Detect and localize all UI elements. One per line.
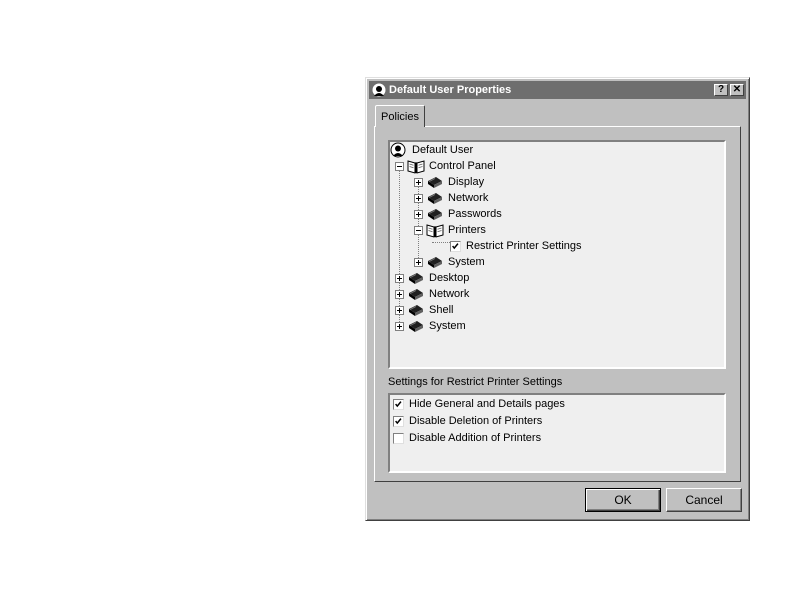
default-user-properties-dialog: Default User Properties ? ✕ Policies Def… [365, 77, 750, 521]
settings-group-label: Settings for Restrict Printer Settings [388, 376, 562, 388]
tree-item-system[interactable]: System [414, 254, 485, 270]
user-icon [372, 83, 386, 97]
book-icon [407, 286, 425, 302]
tree-item-printers[interactable]: Printers [414, 222, 486, 238]
expand-icon[interactable] [395, 321, 404, 331]
setting-checkbox[interactable] [393, 415, 404, 427]
tree-item-network[interactable]: Network [414, 190, 488, 206]
check-icon [451, 242, 460, 251]
close-icon: ✕ [732, 84, 742, 95]
setting-disable-deletion[interactable]: Disable Deletion of Printers [393, 413, 542, 429]
tree-label: Network [448, 192, 489, 204]
open-book-icon [426, 222, 444, 238]
ok-label: OK [614, 493, 632, 507]
check-icon [394, 417, 403, 426]
policy-checkbox[interactable] [450, 240, 461, 252]
tree-item-desktop[interactable]: Desktop [395, 270, 469, 286]
cancel-label: Cancel [685, 493, 723, 507]
book-icon [407, 270, 425, 286]
collapse-icon[interactable] [395, 161, 404, 171]
tree-root[interactable]: Default User [390, 142, 473, 158]
ok-button[interactable]: OK [585, 488, 661, 512]
tree-item-restrict-printer-settings[interactable]: Restrict Printer Settings [450, 238, 582, 254]
expand-icon[interactable] [414, 177, 423, 187]
setting-checkbox[interactable] [393, 432, 404, 444]
tree-item-passwords[interactable]: Passwords [414, 206, 502, 222]
expand-icon[interactable] [414, 209, 423, 219]
settings-list: Hide General and Details pages Disable D… [388, 393, 726, 473]
tree-item-shell[interactable]: Shell [395, 302, 453, 318]
tree-connector [432, 242, 450, 243]
cancel-button[interactable]: Cancel [666, 488, 742, 512]
setting-label: Disable Deletion of Printers [409, 415, 543, 427]
settings-label-text: Settings for Restrict Printer Settings [388, 376, 563, 388]
tree-label: Shell [429, 304, 454, 316]
tree-item-network[interactable]: Network [395, 286, 469, 302]
setting-label: Hide General and Details pages [409, 398, 565, 410]
tab-policies[interactable]: Policies [375, 105, 425, 127]
expand-icon[interactable] [395, 273, 404, 283]
collapse-icon[interactable] [414, 225, 423, 235]
expand-icon[interactable] [395, 305, 404, 315]
setting-checkbox[interactable] [393, 398, 404, 410]
tree-label: System [448, 256, 485, 268]
tree-item-display[interactable]: Display [414, 174, 484, 190]
setting-disable-addition[interactable]: Disable Addition of Printers [393, 430, 541, 446]
tree-label: Printers [448, 224, 486, 236]
tab-label: Policies [381, 110, 419, 123]
tree-label: Passwords [448, 208, 502, 220]
book-icon [426, 190, 444, 206]
expand-icon[interactable] [414, 193, 423, 203]
tree-item-system[interactable]: System [395, 318, 466, 334]
user-icon [390, 142, 406, 158]
tree-item-control-panel[interactable]: Control Panel [395, 158, 496, 174]
book-icon [407, 318, 425, 334]
tree-label: Control Panel [429, 160, 496, 172]
book-icon [426, 206, 444, 222]
tree-label: Default User [412, 144, 474, 156]
tree-label: Desktop [429, 272, 470, 284]
close-button[interactable]: ✕ [730, 84, 744, 96]
help-button[interactable]: ? [714, 84, 728, 96]
tree-label: Restrict Printer Settings [466, 240, 582, 252]
tree-label: Display [448, 176, 485, 188]
book-icon [407, 302, 425, 318]
title-bar[interactable]: Default User Properties ? ✕ [369, 81, 746, 99]
book-icon [426, 174, 444, 190]
tree-label: System [429, 320, 466, 332]
policies-panel: Default User Control Panel Display Netwo… [374, 126, 741, 482]
open-book-icon [407, 158, 425, 174]
setting-hide-general-details[interactable]: Hide General and Details pages [393, 396, 565, 412]
expand-icon[interactable] [395, 289, 404, 299]
help-icon: ? [717, 84, 725, 95]
expand-icon[interactable] [414, 257, 423, 267]
window-title: Default User Properties [389, 84, 512, 96]
tree-label: Network [429, 288, 470, 300]
book-icon [426, 254, 444, 270]
policy-tree[interactable]: Default User Control Panel Display Netwo… [388, 140, 726, 369]
check-icon [394, 400, 403, 409]
setting-label: Disable Addition of Printers [409, 432, 542, 444]
